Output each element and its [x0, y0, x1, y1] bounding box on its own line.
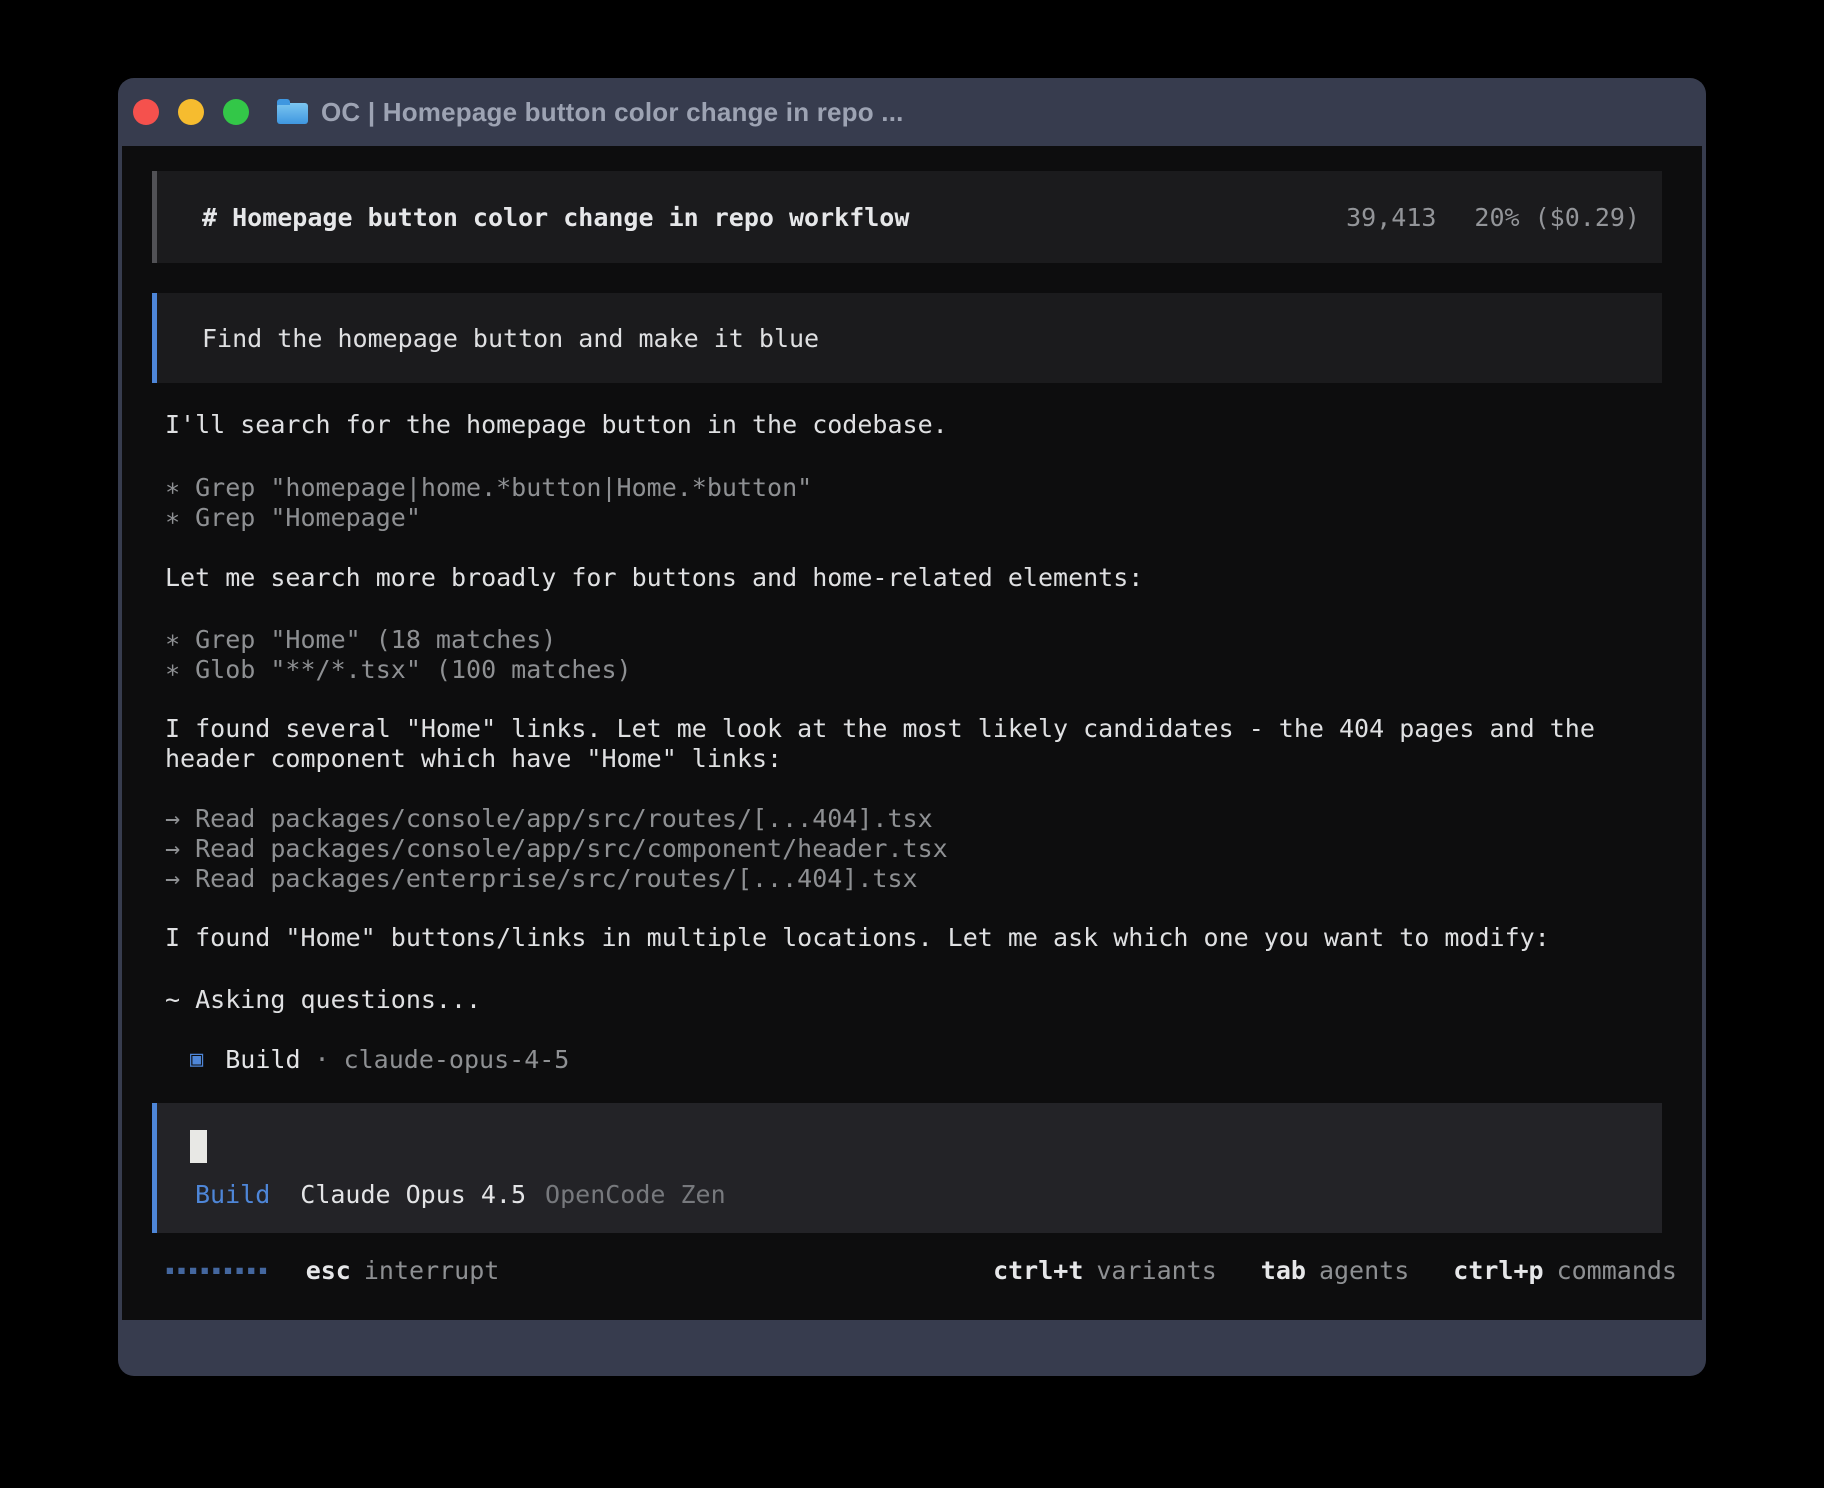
hint-label: commands: [1557, 1256, 1677, 1285]
assistant-text: header component which have "Home" links…: [165, 744, 782, 774]
session-meta: 39,413 20% ($0.29): [1346, 203, 1640, 232]
esc-key-label: interrupt: [364, 1256, 499, 1285]
tool-call-read: → Read packages/console/app/src/routes/[…: [165, 804, 933, 834]
model-indicator[interactable]: Claude Opus 4.5: [300, 1180, 526, 1210]
hint-key: ctrl+t: [993, 1256, 1083, 1285]
agent-row: ▣ Build · claude-opus-4-5: [190, 1045, 569, 1075]
user-message-text: Find the homepage button and make it blu…: [202, 324, 819, 353]
tool-call-read: → Read packages/console/app/src/componen…: [165, 834, 948, 864]
provider-indicator: OpenCode Zen: [545, 1180, 726, 1210]
window-titlebar[interactable]: OC | Homepage button color change in rep…: [118, 78, 1706, 146]
context-cost: 20% ($0.29): [1474, 203, 1640, 232]
user-message: Find the homepage button and make it blu…: [152, 293, 1662, 383]
text-cursor: [190, 1130, 207, 1163]
status-right: ctrl+t variants tab agents ctrl+p comman…: [993, 1256, 1677, 1285]
traffic-lights: [118, 99, 249, 125]
spinner-dots-icon: ▪▪▪▪▪▪▪▪▪: [165, 1255, 270, 1285]
status-left: ▪▪▪▪▪▪▪▪▪ esc interrupt: [165, 1255, 499, 1285]
agent-model: claude-opus-4-5: [344, 1045, 570, 1075]
hint-label: agents: [1319, 1256, 1409, 1285]
status-bar: ▪▪▪▪▪▪▪▪▪ esc interrupt ctrl+t variants …: [165, 1255, 1677, 1285]
tool-call-grep: ∗ Grep "Home" (18 matches): [165, 625, 556, 655]
tool-call-grep: ∗ Grep "homepage|home.*button|Home.*butt…: [165, 473, 812, 503]
agent-name: Build: [225, 1045, 300, 1075]
terminal-window: OC | Homepage button color change in rep…: [118, 78, 1706, 1376]
editor-meta: Build Claude Opus 4.5 OpenCode Zen: [195, 1180, 726, 1210]
window-title: OC | Homepage button color change in rep…: [321, 97, 904, 128]
assistant-text: I found "Home" buttons/links in multiple…: [165, 923, 1550, 953]
tool-call-read: → Read packages/enterprise/src/routes/[.…: [165, 864, 918, 894]
tool-call-glob: ∗ Glob "**/*.tsx" (100 matches): [165, 655, 632, 685]
hint-key: ctrl+p: [1453, 1256, 1543, 1285]
close-button[interactable]: [133, 99, 159, 125]
hint-variants: ctrl+t variants: [993, 1256, 1217, 1285]
zoom-button[interactable]: [223, 99, 249, 125]
agent-separator: ·: [315, 1045, 330, 1075]
esc-key-hint: esc: [306, 1256, 351, 1285]
hint-key: tab: [1261, 1256, 1306, 1285]
terminal-content[interactable]: # Homepage button color change in repo w…: [122, 146, 1702, 1320]
hint-commands: ctrl+p commands: [1453, 1256, 1677, 1285]
agent-build-icon: ▣: [190, 1045, 203, 1075]
folder-icon: [277, 103, 308, 124]
session-title: # Homepage button color change in repo w…: [202, 203, 909, 232]
hint-label: variants: [1096, 1256, 1216, 1285]
hint-agents: tab agents: [1261, 1256, 1409, 1285]
tool-call-grep: ∗ Grep "Homepage": [165, 503, 421, 533]
token-count: 39,413: [1346, 203, 1436, 232]
assistant-text: I found several "Home" links. Let me loo…: [165, 714, 1595, 744]
assistant-text: Let me search more broadly for buttons a…: [165, 563, 1143, 593]
mode-indicator[interactable]: Build: [195, 1180, 270, 1210]
prompt-editor[interactable]: Build Claude Opus 4.5 OpenCode Zen: [152, 1103, 1662, 1233]
status-text: ~ Asking questions...: [165, 985, 481, 1015]
session-header: # Homepage button color change in repo w…: [152, 171, 1662, 263]
assistant-text: I'll search for the homepage button in t…: [165, 410, 948, 440]
minimize-button[interactable]: [178, 99, 204, 125]
